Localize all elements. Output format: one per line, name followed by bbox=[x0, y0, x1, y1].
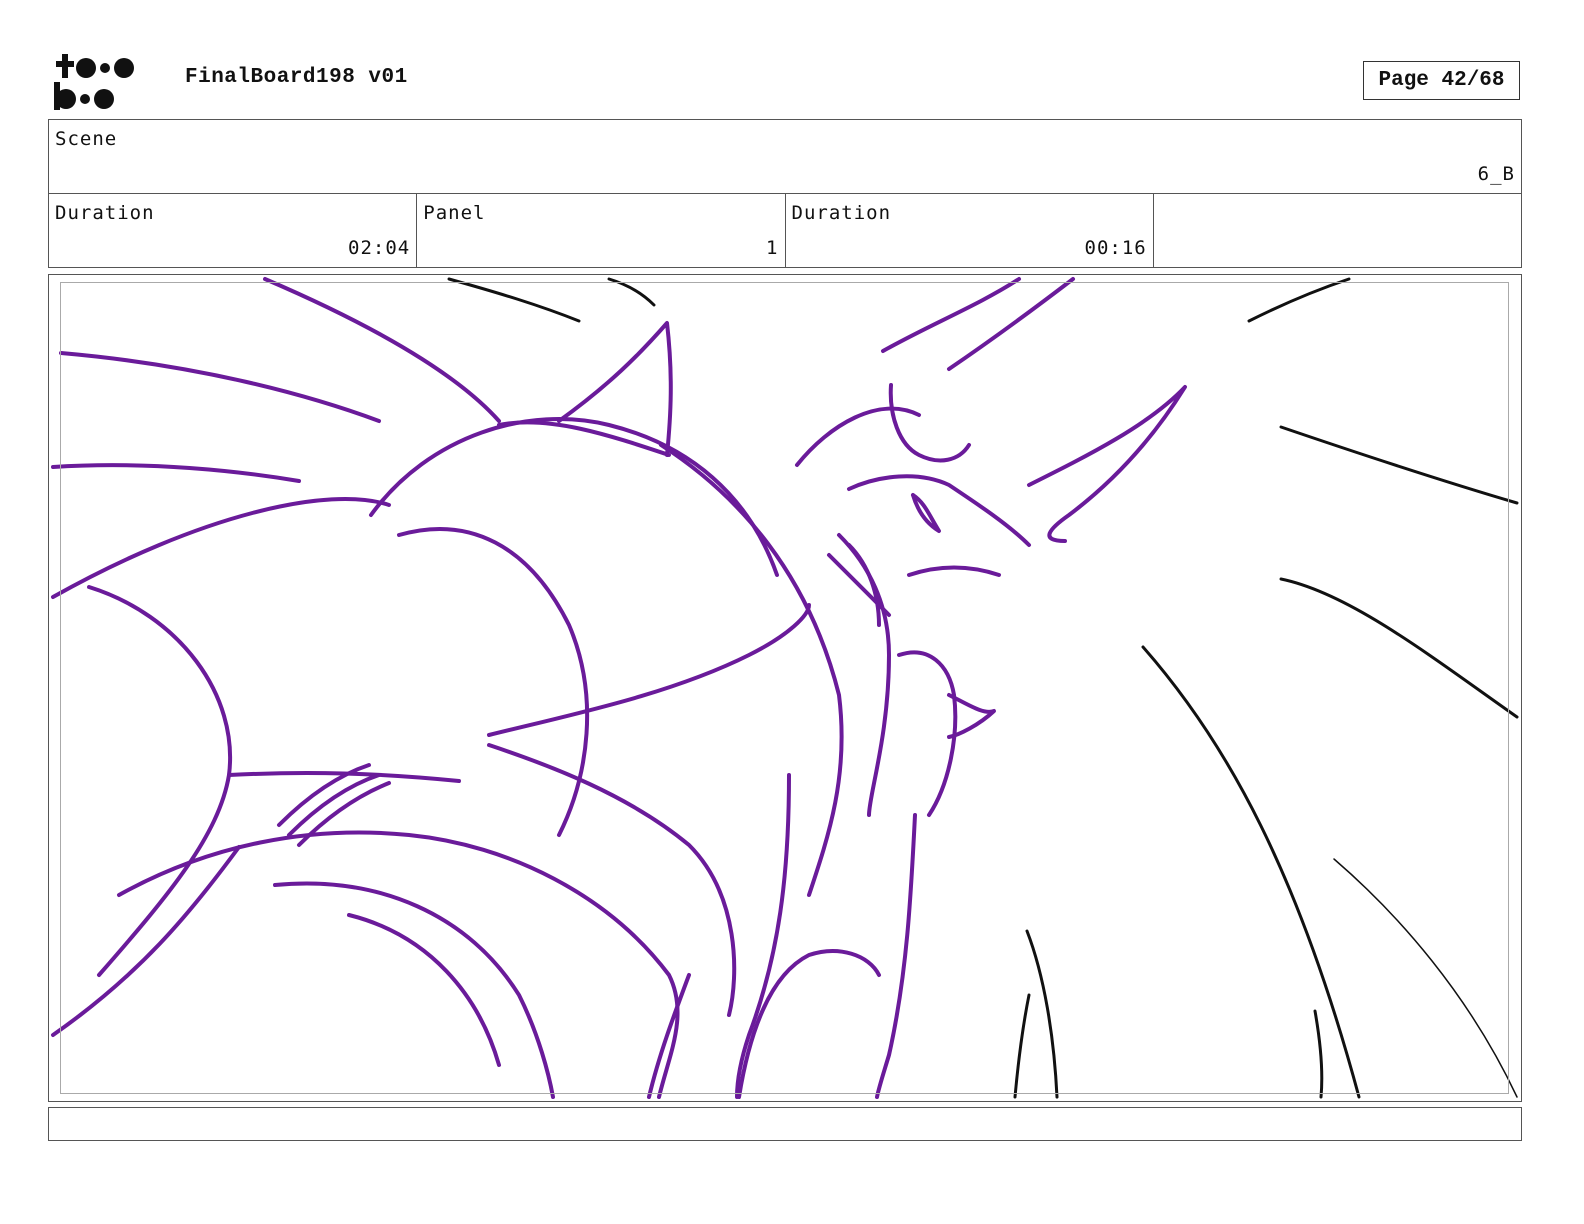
leg-outline bbox=[875, 813, 917, 1099]
horn-right bbox=[888, 383, 971, 463]
notes-field bbox=[48, 1107, 1522, 1141]
arm-outline bbox=[487, 603, 811, 737]
speed-line bbox=[1013, 993, 1031, 1099]
page-indicator: Page 42/68 bbox=[1363, 61, 1520, 100]
panel-label: Panel bbox=[423, 202, 486, 224]
leg-outline bbox=[347, 913, 501, 1067]
wing-stroke bbox=[263, 277, 501, 423]
speed-line bbox=[1333, 858, 1518, 1098]
arm-outline bbox=[659, 443, 844, 897]
speed-line bbox=[1279, 425, 1519, 505]
speed-line bbox=[1025, 929, 1059, 1099]
project-title: FinalBoard198 v01 bbox=[185, 66, 408, 89]
wing-stroke bbox=[51, 463, 301, 483]
back-curve bbox=[497, 420, 671, 457]
sketch-drawing bbox=[51, 277, 1519, 1099]
panel-duration-field: Duration 00:16 bbox=[786, 194, 1154, 267]
panel-duration-value: 00:16 bbox=[1084, 237, 1147, 259]
total-duration-value: 02:04 bbox=[348, 237, 411, 259]
arm-outline bbox=[397, 527, 590, 837]
collar bbox=[827, 553, 891, 617]
horn-right bbox=[881, 277, 1021, 353]
info-row: Duration 02:04 Panel 1 Duration 00:16 bbox=[48, 193, 1522, 268]
torso-outline bbox=[87, 585, 233, 977]
speed-line bbox=[447, 277, 581, 323]
panel-value: 1 bbox=[766, 237, 779, 259]
scene-field: Scene 6_B bbox=[48, 119, 1522, 194]
total-duration-label: Duration bbox=[55, 202, 155, 224]
mouth bbox=[907, 565, 1001, 577]
wing-stroke bbox=[59, 351, 381, 423]
panel-duration-label: Duration bbox=[791, 202, 892, 224]
arm-outline bbox=[487, 743, 737, 1017]
total-duration-field: Duration 02:04 bbox=[49, 194, 418, 267]
speed-line bbox=[607, 277, 656, 307]
leg-outline bbox=[273, 881, 555, 1099]
speed-line bbox=[1141, 645, 1361, 1099]
scene-value: 6_B bbox=[1477, 163, 1515, 185]
head-outline bbox=[369, 417, 779, 577]
ear bbox=[1027, 385, 1187, 543]
shoulder bbox=[897, 650, 958, 817]
torso-outline bbox=[51, 497, 391, 599]
panel-field: Panel 1 bbox=[417, 194, 786, 267]
speed-line bbox=[1279, 577, 1519, 719]
scene-label: Scene bbox=[55, 128, 118, 150]
horn-left bbox=[557, 321, 673, 457]
leg-outline bbox=[735, 773, 791, 1099]
toon-boom-logo bbox=[54, 54, 134, 110]
leg-outline bbox=[737, 949, 881, 1099]
speed-line bbox=[1247, 277, 1351, 323]
storyboard-panel bbox=[48, 274, 1522, 1102]
eye bbox=[911, 493, 941, 533]
leg-outline bbox=[117, 830, 680, 1099]
collar bbox=[847, 543, 881, 627]
face-outline bbox=[847, 474, 1031, 547]
empty-field bbox=[1154, 194, 1521, 267]
leg-outline bbox=[647, 973, 691, 1099]
shoulder bbox=[837, 533, 891, 817]
torso-outline bbox=[51, 845, 241, 1037]
horn-right bbox=[947, 277, 1075, 371]
speed-line bbox=[1313, 1009, 1324, 1099]
